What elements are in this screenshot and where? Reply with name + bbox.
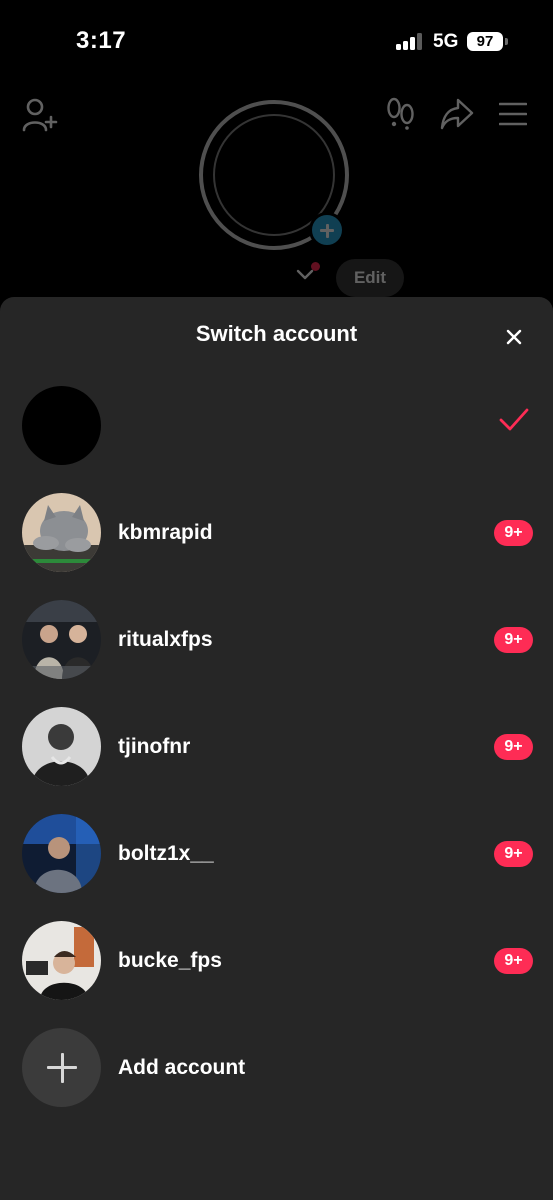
battery-tip [505,38,508,45]
avatar [22,600,101,679]
network-type: 5G [433,31,459,52]
avatar [22,493,101,572]
share-icon[interactable] [440,98,474,130]
avatar [22,707,101,786]
account-row-current[interactable] [0,374,553,481]
add-account-row[interactable]: Add account [0,1016,553,1123]
account-name: boltz1x__ [118,842,214,865]
notification-badge: 9+ [494,734,533,760]
battery-icon: 97 [467,32,503,51]
plus-icon[interactable] [22,1028,101,1107]
account-name: kbmrapid [118,521,213,544]
chevron-down-icon[interactable] [296,268,314,280]
edit-profile-button[interactable]: Edit [336,259,404,297]
account-name: tjinofnr [118,735,191,758]
status-bar: 3:17 5G 97 [0,0,553,80]
avatar [22,386,101,465]
notification-badge: 9+ [494,627,533,653]
avatar [22,814,101,893]
footprints-icon[interactable] [386,96,416,130]
account-row-bucke-fps[interactable]: bucke_fps 9+ [0,909,553,1016]
account-name: ritualxfps [118,628,213,651]
notification-dot [311,262,320,271]
avatar [22,921,101,1000]
signal-icon [396,33,424,50]
account-name: bucke_fps [118,949,222,972]
close-icon[interactable] [496,319,532,355]
add-user-icon[interactable] [22,98,58,132]
account-row-kbmrapid[interactable]: kbmrapid 9+ [0,481,553,588]
notification-badge: 9+ [494,841,533,867]
switch-account-sheet: Switch account kbmrapid 9+ ritualxfps 9+… [0,297,553,1200]
notification-badge: 9+ [494,948,533,974]
sheet-title: Switch account [195,321,358,346]
profile-header: Edit [0,80,553,300]
notification-badge: 9+ [494,520,533,546]
add-photo-button[interactable] [309,212,345,248]
menu-icon[interactable] [499,102,527,126]
add-account-label: Add account [118,1056,246,1079]
check-icon [499,408,529,431]
status-time: 3:17 [76,27,127,54]
account-row-tjinofnr[interactable]: tjinofnr 9+ [0,695,553,802]
account-row-boltz1x[interactable]: boltz1x__ 9+ [0,802,553,909]
account-row-ritualxfps[interactable]: ritualxfps 9+ [0,588,553,695]
